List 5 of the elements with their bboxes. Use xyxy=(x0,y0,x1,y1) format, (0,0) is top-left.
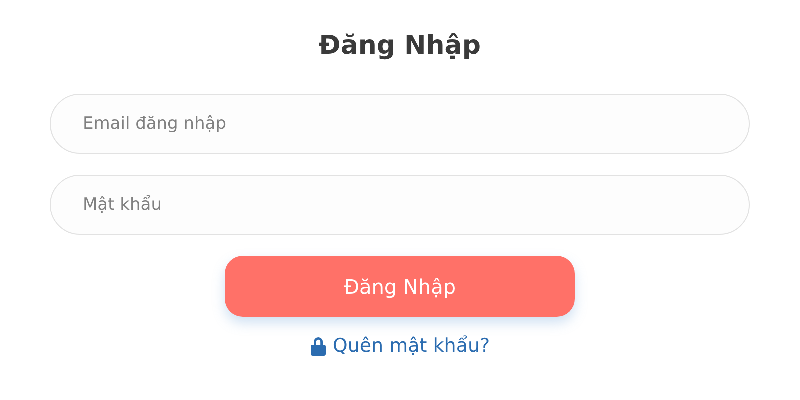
lock-icon xyxy=(310,336,327,356)
forgot-password-link[interactable]: Quên mật khẩu? xyxy=(310,335,490,357)
page-title: Đăng Nhập xyxy=(319,30,481,63)
input-field[interactable]: Mật khẩu xyxy=(50,175,750,235)
input-field[interactable]: Email đăng nhập xyxy=(50,94,750,154)
